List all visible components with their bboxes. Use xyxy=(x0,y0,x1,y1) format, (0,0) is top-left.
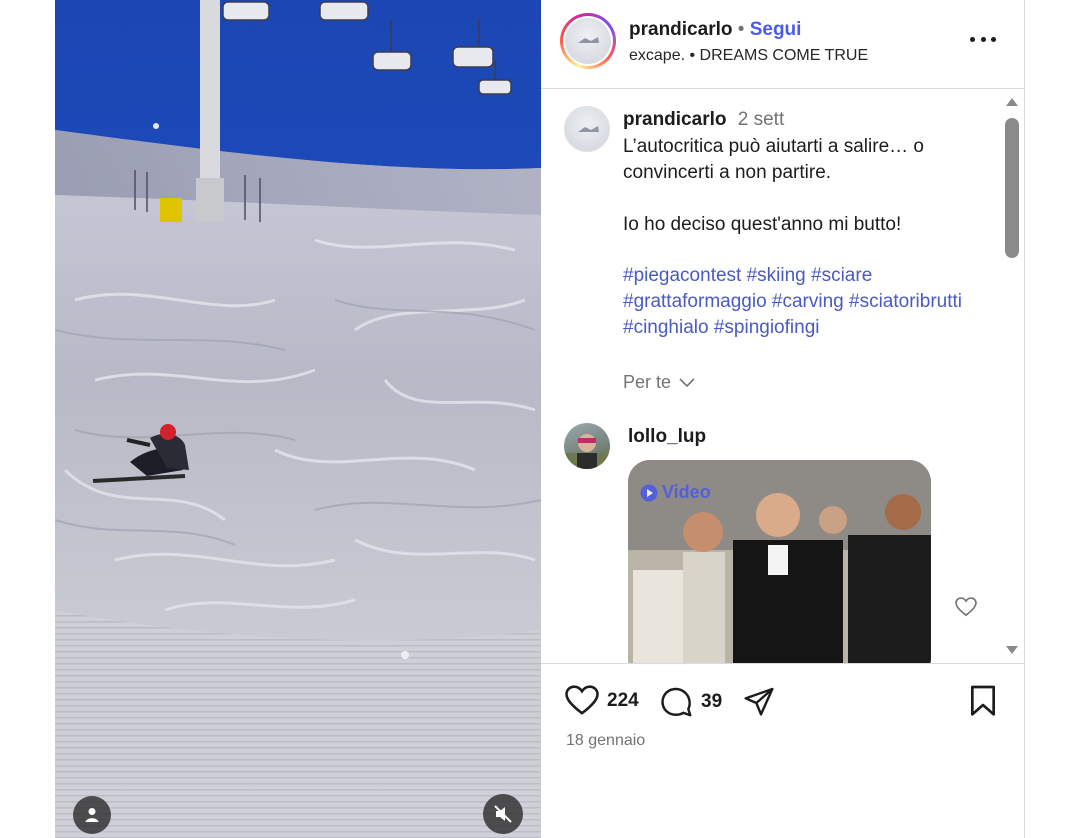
for-you-label: Per te xyxy=(623,372,672,392)
separator-dot: • xyxy=(737,19,745,40)
caption-line: Io ho deciso quest'anno mi butto! xyxy=(623,214,902,235)
dot-icon xyxy=(980,36,986,42)
heart-icon[interactable] xyxy=(565,685,599,716)
bookmark-icon[interactable] xyxy=(969,685,997,717)
caption-line: L’autocritica può aiutarti a salire… o c… xyxy=(623,136,924,183)
caption-time[interactable]: 2 sett xyxy=(738,109,784,130)
comment-action[interactable]: 39 xyxy=(660,685,722,718)
scrollbar-thumb[interactable] xyxy=(1005,118,1019,258)
follow-button[interactable]: Segui xyxy=(750,19,802,40)
caption-hashtags[interactable]: #piegacontest #skiing #sciare #grattafor… xyxy=(623,263,993,341)
user-icon xyxy=(85,808,99,822)
speech-bubble-icon[interactable] xyxy=(660,685,693,718)
heart-icon xyxy=(955,597,977,617)
post-actions-bar: 224 39 18 gennaio xyxy=(541,663,1024,838)
dot-icon xyxy=(970,36,975,42)
ski-scene-image xyxy=(55,0,541,838)
save-action[interactable] xyxy=(969,685,997,717)
comments-scroll-area[interactable]: prandicarlo 2 sett L’autocritica può aiu… xyxy=(541,89,1001,663)
post-video[interactable] xyxy=(55,0,541,838)
caption-author-avatar[interactable] xyxy=(564,106,610,152)
chevron-down-icon xyxy=(679,377,695,387)
commenter-avatar[interactable] xyxy=(564,423,610,469)
caption-username[interactable]: prandicarlo xyxy=(623,109,726,130)
comments-scrollbar[interactable] xyxy=(1001,96,1023,656)
mute-button[interactable] xyxy=(483,794,523,834)
scroll-down-arrow-icon[interactable] xyxy=(1006,646,1018,654)
author-line: prandicarlo • Segui xyxy=(629,19,801,41)
for-you-toggle[interactable]: Per te xyxy=(623,372,695,393)
author-username[interactable]: prandicarlo xyxy=(629,19,732,40)
speaker-muted-icon xyxy=(494,805,512,823)
user-tag-button[interactable] xyxy=(73,796,111,834)
dot-icon xyxy=(991,36,996,42)
gif-video-label-text: Video xyxy=(662,482,711,502)
play-icon xyxy=(640,484,658,501)
audio-subtitle[interactable]: excape. • DREAMS COME TRUE xyxy=(629,47,868,65)
comment-gif[interactable]: Video xyxy=(628,460,931,663)
scroll-up-arrow-icon[interactable] xyxy=(1006,98,1018,106)
caption-header: prandicarlo 2 sett xyxy=(623,108,784,132)
share-action[interactable] xyxy=(743,685,775,717)
comment-like-button[interactable] xyxy=(955,597,977,622)
commenter-username[interactable]: lollo_lup xyxy=(628,426,706,448)
post-header: prandicarlo • Segui excape. • DREAMS COM… xyxy=(541,0,1024,89)
paper-plane-icon[interactable] xyxy=(743,685,775,717)
post-details-panel: prandicarlo • Segui excape. • DREAMS COM… xyxy=(541,0,1025,838)
gif-video-label: Video xyxy=(640,482,711,503)
more-options-button[interactable] xyxy=(970,32,996,46)
caption-text: L’autocritica può aiutarti a salire… o c… xyxy=(623,134,993,238)
author-avatar[interactable] xyxy=(560,13,616,69)
post-date[interactable]: 18 gennaio xyxy=(566,732,645,750)
likes-count[interactable]: 224 xyxy=(607,690,639,712)
like-action[interactable]: 224 xyxy=(565,685,639,716)
comments-count[interactable]: 39 xyxy=(701,691,722,713)
